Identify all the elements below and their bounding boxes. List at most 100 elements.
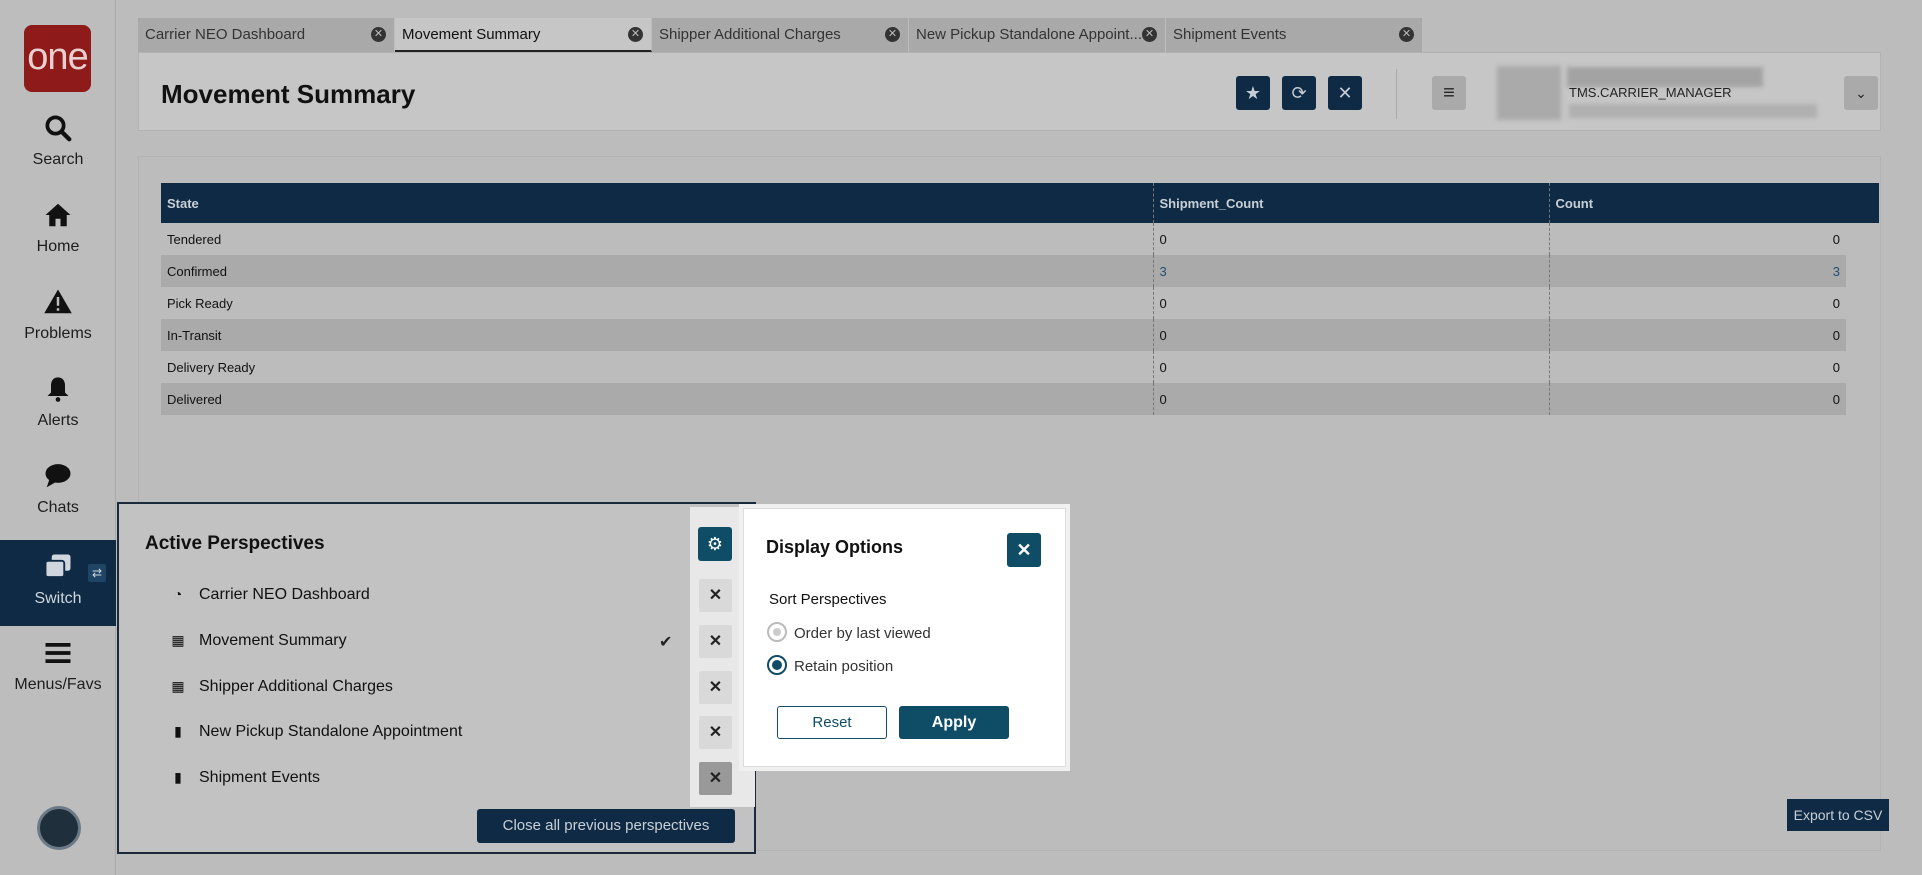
export-csv-button[interactable]: Export to CSV <box>1787 799 1889 831</box>
perspective-item[interactable]: ▮ New Pickup Standalone Appointment <box>169 723 609 751</box>
tab-label: New Pickup Standalone Appoint... <box>916 26 1142 43</box>
cell-blank <box>1846 255 1879 287</box>
home-icon <box>0 200 116 236</box>
radio-circle[interactable] <box>767 655 787 675</box>
radio-retain-position[interactable]: Retain position <box>767 655 893 677</box>
tab-carrier-neo-dashboard[interactable]: Carrier NEO Dashboard ✕ <box>138 18 395 52</box>
cell-count: 0 <box>1548 319 1846 351</box>
close-page-button[interactable]: ✕ <box>1328 76 1362 110</box>
close-tab-icon[interactable]: ✕ <box>1142 27 1157 42</box>
cell-blank <box>1846 351 1879 383</box>
cell-state: Confirmed <box>161 255 1153 287</box>
close-icon: ✕ <box>1337 83 1353 103</box>
perspective-item[interactable]: ▮ Shipment Events <box>169 769 609 797</box>
nav-search[interactable]: Search <box>0 101 116 187</box>
active-perspectives-panel: Active Perspectives ◔ Carrier NEO Dashboa… <box>117 502 756 854</box>
close-tab-icon[interactable]: ✕ <box>371 27 386 42</box>
close-tab-icon[interactable]: ✕ <box>885 27 900 42</box>
table-row: Delivery Ready 0 0 <box>161 351 1879 383</box>
table-row: Delivered 0 0 <box>161 383 1879 415</box>
cell-count: 0 <box>1548 223 1846 255</box>
nav-menus-favs[interactable]: Menus/Favs <box>0 626 116 712</box>
display-options-title: Display Options <box>766 537 904 557</box>
table-header-row: State Shipment_Count Count <box>161 183 1879 223</box>
cell-state: Delivered <box>161 383 1153 415</box>
radio-circle[interactable] <box>767 622 787 642</box>
tab-label: Shipment Events <box>1173 26 1287 43</box>
cell-state: Tendered <box>167 231 222 247</box>
nav-switch-label: Switch <box>34 590 82 607</box>
perspective-label: Carrier NEO Dashboard <box>199 586 370 603</box>
nav-switch[interactable]: ⇄ Switch <box>0 540 130 626</box>
checkmark-icon: ✔ <box>659 634 673 651</box>
close-display-options-button[interactable]: ✕ <box>1007 533 1041 567</box>
tab-shipper-additional-charges[interactable]: Shipper Additional Charges ✕ <box>652 18 909 52</box>
divider <box>1396 69 1397 119</box>
sort-perspectives-label: Sort Perspectives <box>769 591 887 608</box>
cell-count-link[interactable]: 3 <box>1548 255 1846 287</box>
switch-badge-icon: ⇄ <box>88 564 106 582</box>
user-menu-button[interactable]: ⌄ <box>1844 76 1878 110</box>
nav-alerts[interactable]: Alerts <box>0 362 116 448</box>
tab-movement-summary[interactable]: Movement Summary ✕ <box>395 18 652 52</box>
reset-button[interactable]: Reset <box>777 706 887 739</box>
cell-count: 0 <box>1548 351 1846 383</box>
table-icon: ▦ <box>171 678 185 694</box>
close-icon: ✕ <box>1016 540 1032 560</box>
cell-count: 0 <box>1548 383 1846 415</box>
tab-new-pickup-standalone[interactable]: New Pickup Standalone Appoint... ✕ <box>909 18 1166 52</box>
tab-label: Movement Summary <box>402 26 541 43</box>
perspective-label: New Pickup Standalone Appointment <box>199 723 463 740</box>
close-perspective-button[interactable]: ✕ <box>699 671 732 704</box>
close-perspective-button[interactable]: ✕ <box>699 625 732 658</box>
nav-home[interactable]: Home <box>0 188 116 274</box>
table-icon: ▦ <box>171 632 185 648</box>
perspective-item[interactable]: ◔ Carrier NEO Dashboard <box>169 586 609 614</box>
cell-blank <box>1846 287 1879 319</box>
close-perspective-button[interactable]: ✕ <box>699 716 732 749</box>
column-header-shipment-count[interactable]: Shipment_Count <box>1152 183 1549 223</box>
star-icon: ★ <box>1244 83 1262 103</box>
column-header-extra <box>1846 183 1879 223</box>
refresh-icon: ⟳ <box>1291 83 1307 103</box>
tab-bar: Carrier NEO Dashboard ✕ Movement Summary ✕… <box>138 18 1423 52</box>
cell-blank <box>1846 223 1879 255</box>
cell-shipment-count-link[interactable]: 3 <box>1152 255 1549 287</box>
cell-shipment-count: 0 <box>1152 223 1549 255</box>
cell-blank <box>1846 319 1879 351</box>
app-logo[interactable]: one <box>24 25 91 92</box>
nav-problems[interactable]: Problems <box>0 275 116 361</box>
column-header-count[interactable]: Count <box>1548 183 1846 223</box>
cell-shipment-count: 0 <box>1152 319 1549 351</box>
nav-chats[interactable]: Chats <box>0 449 116 535</box>
radio-label: Order by last viewed <box>794 624 931 642</box>
display-options-popover: Display Options ✕ Sort Perspectives Orde… <box>743 508 1066 767</box>
favorite-button[interactable]: ★ <box>1236 76 1270 110</box>
apply-button[interactable]: Apply <box>899 706 1009 739</box>
nav-chats-label: Chats <box>37 499 79 516</box>
column-header-state[interactable]: State <box>161 183 1153 223</box>
close-perspective-button[interactable]: ✕ <box>699 762 732 795</box>
perspective-label: Shipment Events <box>199 769 320 786</box>
document-icon: ▮ <box>174 723 182 739</box>
close-all-perspectives-button[interactable]: Close all previous perspectives <box>477 809 735 843</box>
tab-label: Shipper Additional Charges <box>659 26 841 43</box>
refresh-button[interactable]: ⟳ <box>1282 76 1316 110</box>
page-menu-button[interactable]: ≡ <box>1432 76 1466 110</box>
chat-icon <box>0 461 116 497</box>
table-row: In-Transit 0 0 <box>161 319 1879 351</box>
display-options-button[interactable]: ⚙ <box>698 527 732 561</box>
perspective-item[interactable]: ▦ Movement Summary <box>169 632 609 660</box>
radio-order-by-last-viewed[interactable]: Order by last viewed <box>767 622 931 644</box>
close-tab-icon[interactable]: ✕ <box>628 27 643 42</box>
close-tab-icon[interactable]: ✕ <box>1399 27 1414 42</box>
user-name-redacted <box>1567 67 1763 87</box>
table-row: Pick Ready 0 0 <box>161 287 1879 319</box>
assistant-avatar[interactable] <box>37 806 81 850</box>
warning-icon <box>0 287 116 323</box>
tab-shipment-events[interactable]: Shipment Events ✕ <box>1166 18 1423 52</box>
nav-search-label: Search <box>32 151 84 168</box>
gear-icon: ⚙ <box>706 534 724 554</box>
perspective-item[interactable]: ▦ Shipper Additional Charges <box>169 678 609 706</box>
close-perspective-button[interactable]: ✕ <box>699 579 732 612</box>
